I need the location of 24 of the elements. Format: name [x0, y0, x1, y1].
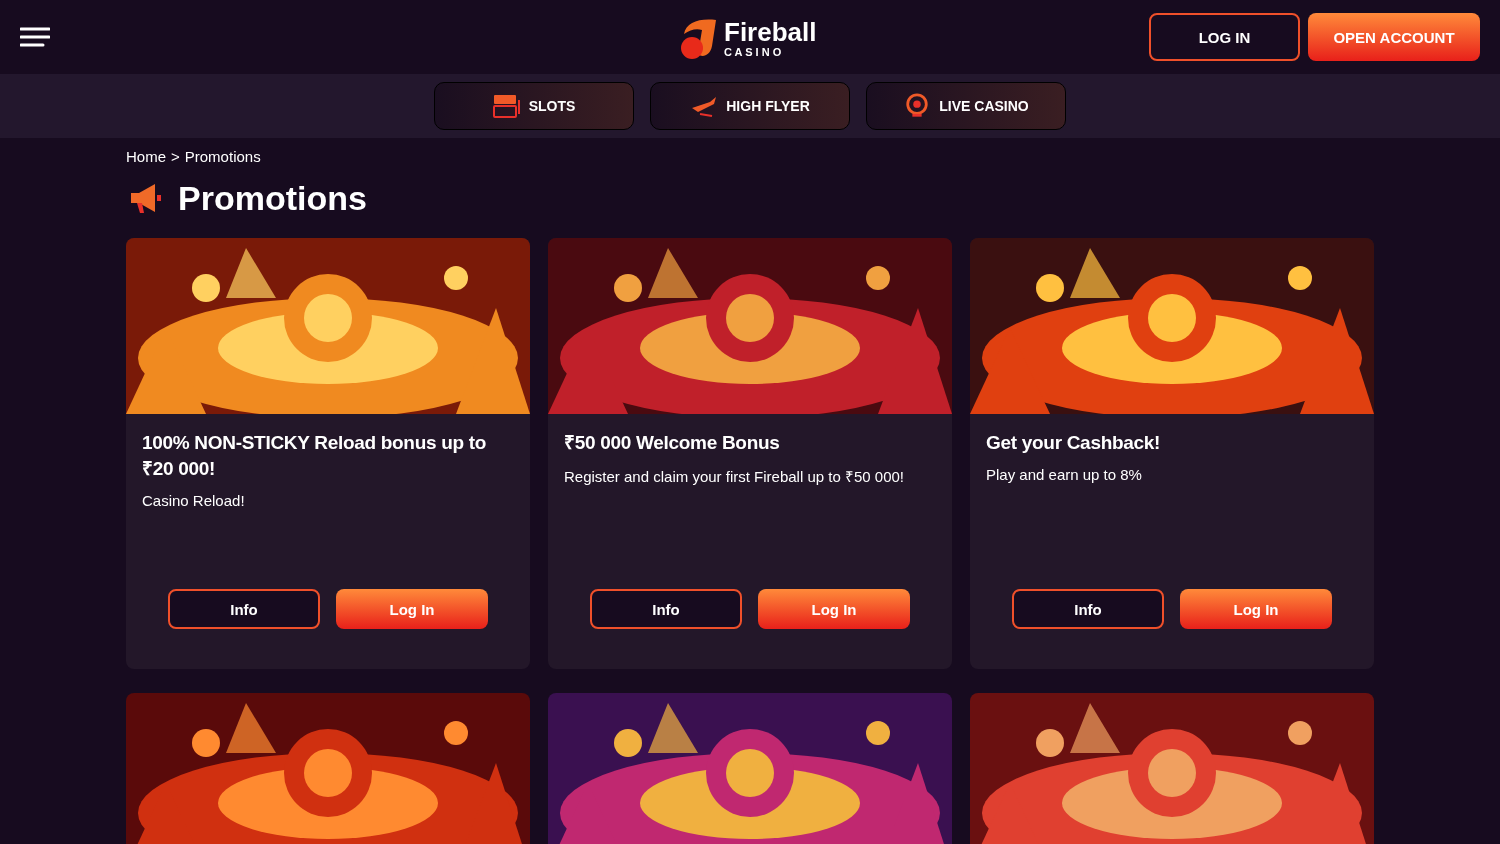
menu-icon[interactable] [20, 27, 50, 47]
promo-title: 100% NON-STICKY Reload bonus up to ₹20 000! [142, 431, 488, 481]
breadcrumb-current: Promotions [184, 148, 261, 165]
login-button[interactable]: Log In [1180, 589, 1332, 629]
promo-description: Register and claim your first Fireball up to ₹50 000! [564, 467, 905, 486]
page-title: Promotions [178, 179, 367, 218]
login-button[interactable]: Log In [336, 589, 488, 629]
promo-description: Casino Reload! [142, 492, 246, 509]
logo-name: Fireball [724, 18, 817, 45]
promo-description: Play and earn up to 8% [986, 466, 1143, 483]
promo-title: Get your Cashback! [986, 431, 1162, 455]
info-button[interactable]: Info [590, 589, 742, 629]
breadcrumb-separator: > [171, 148, 180, 165]
breadcrumb-link[interactable]: Home [126, 148, 166, 165]
login-button[interactable]: Log In [758, 589, 910, 629]
category-tab[interactable]: SLOTS [434, 82, 634, 130]
info-button[interactable]: Info [168, 589, 320, 629]
slot-machine-icon [492, 93, 521, 119]
category-tab[interactable]: LIVE CASINO [866, 82, 1066, 130]
info-button[interactable]: Info [1012, 589, 1164, 629]
category-tab[interactable]: HIGH FLYER [650, 82, 850, 130]
login-button[interactable]: LOG IN [1149, 13, 1300, 61]
logo-tagline: C A S I N O [724, 46, 783, 58]
promo-title: ₹50 000 Welcome Bonus [564, 431, 781, 455]
